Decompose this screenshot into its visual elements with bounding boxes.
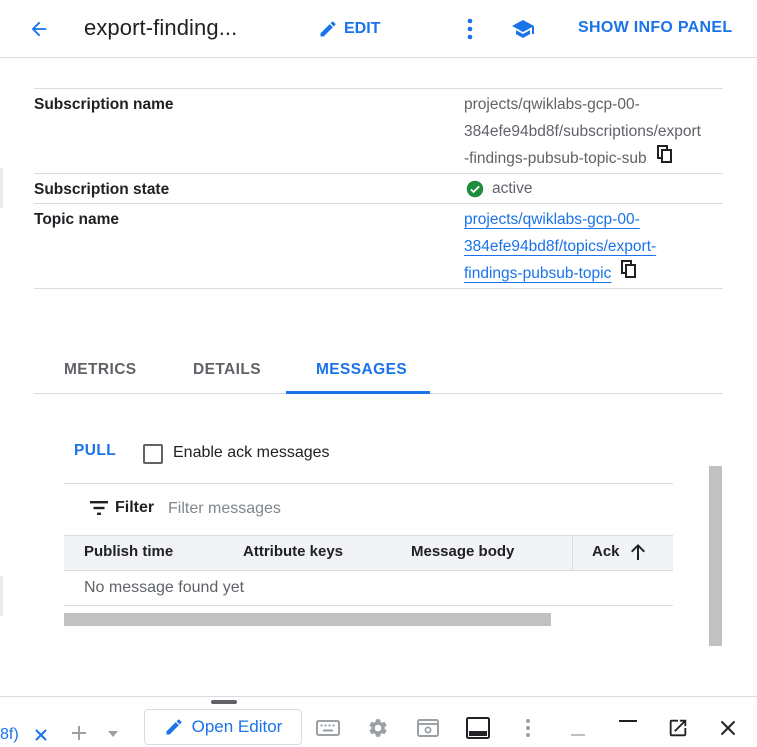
filter-divider	[64, 483, 673, 484]
enable-ack-label[interactable]: Enable ack messages	[173, 444, 330, 462]
filter-messages-input[interactable]	[168, 497, 648, 521]
terminal-layout-icon[interactable]	[466, 716, 490, 740]
more-options-button[interactable]	[460, 16, 480, 42]
tab-details[interactable]: DETAILS	[193, 361, 261, 379]
edit-label: EDIT	[344, 20, 381, 37]
subscription-name-line: 384efe94bd8f/subscriptions/export	[464, 123, 701, 140]
edit-button[interactable]: EDIT	[318, 16, 380, 42]
school-icon	[512, 20, 534, 38]
subscription-name-label: Subscription name	[34, 96, 174, 113]
table-bottom-divider	[64, 605, 673, 606]
active-tab-indicator	[286, 391, 430, 394]
filter-label[interactable]: Filter	[115, 499, 154, 517]
back-button[interactable]	[22, 14, 56, 44]
pencil-icon	[166, 719, 182, 735]
page-title: export-finding...	[84, 15, 238, 40]
web-preview-icon[interactable]	[416, 716, 440, 740]
column-header-attribute-keys[interactable]: Attribute keys	[243, 543, 343, 560]
pull-button[interactable]: PULL	[74, 442, 116, 460]
row-divider	[34, 173, 723, 174]
column-header-publish-time[interactable]: Publish time	[84, 543, 173, 560]
topic-link[interactable]: findings-pubsub-topic	[464, 265, 611, 282]
horizontal-scrollbar[interactable]	[64, 613, 551, 626]
close-tab-icon[interactable]	[32, 726, 50, 744]
column-divider	[572, 535, 573, 571]
subscription-state-value: active	[492, 180, 533, 197]
sort-arrow-up-icon[interactable]	[629, 542, 647, 562]
keyboard-icon[interactable]	[316, 716, 340, 740]
minimize-disabled-icon	[566, 716, 590, 740]
column-header-message-body[interactable]: Message body	[411, 543, 514, 560]
add-tab-icon[interactable]	[68, 722, 90, 744]
column-header-ack[interactable]: Ack	[592, 543, 620, 560]
tab-messages[interactable]: MESSAGES	[316, 361, 407, 379]
copy-topic-name-button[interactable]	[621, 260, 637, 287]
learn-button[interactable]	[508, 14, 538, 44]
status-badge: active	[466, 180, 533, 198]
enable-ack-checkbox[interactable]	[143, 444, 163, 464]
topic-name-label: Topic name	[34, 211, 119, 228]
more-vert-icon[interactable]	[516, 716, 540, 740]
open-editor-label: Open Editor	[191, 717, 283, 736]
page-header: export-finding... EDIT SHOW INFO PANEL	[0, 0, 757, 58]
copy-subscription-name-button[interactable]	[656, 145, 673, 172]
open-in-new-window-icon[interactable]	[666, 716, 690, 740]
close-icon[interactable]	[716, 716, 740, 740]
pencil-icon	[320, 21, 336, 37]
topic-link[interactable]: projects/qwiklabs-gcp-00-	[464, 211, 640, 228]
subscription-name-value: projects/qwiklabs-gcp-00- 384efe94bd8f/s…	[464, 91, 726, 172]
row-divider	[34, 88, 723, 89]
subscription-name-line: projects/qwiklabs-gcp-00-	[464, 96, 640, 113]
minimize-icon[interactable]	[616, 709, 640, 733]
arrow-back-icon	[31, 21, 47, 37]
row-divider	[34, 203, 723, 204]
show-info-panel-button[interactable]: SHOW INFO PANEL	[578, 19, 732, 37]
row-divider	[34, 288, 723, 289]
copy-icon	[656, 145, 672, 164]
topic-name-value: projects/qwiklabs-gcp-00- 384efe94bd8f/t…	[464, 206, 726, 287]
subscription-state-label: Subscription state	[34, 181, 170, 198]
left-edge-marker	[0, 576, 3, 616]
copy-icon	[621, 260, 637, 279]
topic-link[interactable]: 384efe94bd8f/topics/export-	[464, 238, 656, 255]
chevron-down-icon[interactable]	[106, 729, 120, 739]
filter-icon[interactable]	[89, 500, 109, 516]
subscription-name-line: -findings-pubsub-topic-sub	[464, 145, 726, 172]
open-editor-button[interactable]: Open Editor	[144, 709, 302, 745]
check-circle-icon	[466, 180, 484, 198]
resize-handle[interactable]	[211, 700, 237, 704]
terminal-tab-label[interactable]: 8f)	[0, 726, 19, 744]
more-vert-icon	[467, 18, 473, 40]
empty-table-message: No message found yet	[84, 579, 245, 596]
left-edge-marker	[0, 168, 3, 208]
tab-metrics[interactable]: METRICS	[64, 361, 137, 379]
gear-icon[interactable]	[366, 716, 390, 740]
vertical-scrollbar[interactable]	[709, 466, 722, 646]
